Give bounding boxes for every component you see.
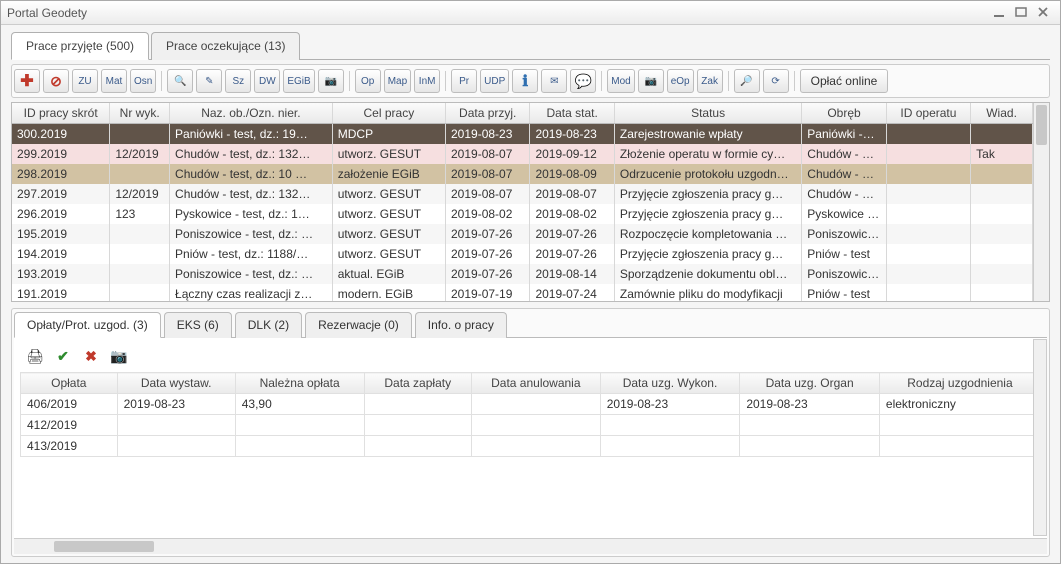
close-button[interactable] [1036,6,1054,20]
tb-map[interactable]: Map [384,69,411,93]
main-toolbar: ✚⊘ZUMatOsn🔍✎SzDWEGiB📷OpMapInMPrUDPℹ✉💬Mod… [11,64,1050,98]
plus-icon: ✚ [20,71,33,91]
tb-osn[interactable]: Osn [130,69,156,93]
info-button[interactable]: ℹ [512,69,538,93]
detail-row[interactable]: 406/20192019-08-2343,902019-08-232019-08… [21,394,1041,415]
grid-row[interactable]: 193.2019Poniszowice - test, dz.: …aktual… [12,264,1033,284]
info-icon: ℹ [522,72,528,90]
detail-tab-3[interactable]: Rezerwacje (0) [305,312,412,338]
detail-col-2[interactable]: Należna opłata [235,373,364,394]
main-tabs: Prace przyjęte (500)Prace oczekujące (13… [11,31,1050,60]
content: Prace przyjęte (500)Prace oczekujące (13… [1,25,1060,563]
grid-row[interactable]: 194.2019Pniów - test, dz.: 1188/…utworz.… [12,244,1033,264]
tb-zak[interactable]: Zak [697,69,723,93]
detail-vscroll[interactable] [1033,339,1047,536]
detail-toolbar: 🖨 ✔ ✖ 📷 [20,344,1041,368]
grid-col-3[interactable]: Cel pracy [332,103,445,124]
main-grid-vscroll[interactable] [1033,103,1049,301]
tb-eop[interactable]: eOp [667,69,694,93]
mail-button[interactable]: ✉ [541,69,567,93]
detail-col-4[interactable]: Data anulowania [471,373,600,394]
detail-tabs: Opłaty/Prot. uzgod. (3)EKS (6)DLK (2)Rez… [14,311,1047,338]
main-grid-container: ID pracy skrótNr wyk.Naz. ob./Ozn. nier.… [11,102,1050,302]
grid-row[interactable]: 298.2019Chudów - test, dz.: 10 …założeni… [12,164,1033,184]
add-button[interactable]: ✚ [14,69,40,93]
grid-col-0[interactable]: ID pracy skrót [12,103,110,124]
confirm-icon[interactable]: ✔ [52,346,74,366]
tb-inm[interactable]: InM [414,69,440,93]
minimize-button[interactable] [992,6,1010,20]
photo-button[interactable]: 📷 [318,69,344,93]
tb-dw[interactable]: DW [254,69,280,93]
window-title: Portal Geodety [7,6,988,20]
grid-row[interactable]: 299.201912/2019Chudów - test, dz.: 132…u… [12,144,1033,164]
grid-col-1[interactable]: Nr wyk. [110,103,170,124]
grid-col-4[interactable]: Data przyj. [446,103,530,124]
detail-col-3[interactable]: Data zapłaty [364,373,471,394]
maximize-button[interactable] [1014,6,1032,20]
camera2-button[interactable]: 📷 [638,69,664,93]
print-icon[interactable]: 🖨 [24,346,46,366]
app-window: Portal Geodety Prace przyjęte (500)Prace… [0,0,1061,564]
tb-mod[interactable]: Mod [607,69,634,93]
edit-button[interactable]: ✎ [196,69,222,93]
detail-row[interactable]: 412/2019 [21,415,1041,436]
detail-tab-1[interactable]: EKS (6) [164,312,232,338]
grid-row[interactable]: 195.2019Poniszowice - test, dz.: …utworz… [12,224,1033,244]
detail-col-0[interactable]: Opłata [21,373,118,394]
grid-col-6[interactable]: Status [614,103,801,124]
detail-inner: 🖨 ✔ ✖ 📷 OpłataData wystaw.Należna opłata… [14,338,1047,538]
grid-col-2[interactable]: Naz. ob./Ozn. nier. [170,103,333,124]
tb-egib[interactable]: EGiB [283,69,314,93]
detail-hscroll[interactable] [14,538,1047,554]
detail-tab-0[interactable]: Opłaty/Prot. uzgod. (3) [14,312,161,338]
tb-sz[interactable]: Sz [225,69,251,93]
camera-icon[interactable]: 📷 [108,346,130,366]
detail-row[interactable]: 413/2019 [21,436,1041,457]
cancel-button[interactable]: ⊘ [43,69,69,93]
detail-col-5[interactable]: Data uzg. Wykon. [600,373,740,394]
refresh-button[interactable]: ⟳ [763,69,789,93]
grid-col-5[interactable]: Data stat. [530,103,614,124]
tb-mat[interactable]: Mat [101,69,127,93]
detail-panel: Opłaty/Prot. uzgod. (3)EKS (6)DLK (2)Rez… [11,308,1050,557]
main-tab-0[interactable]: Prace przyjęte (500) [11,32,149,60]
detail-tab-4[interactable]: Info. o pracy [415,312,507,338]
cancel-icon: ⊘ [50,73,62,90]
pay-online-button[interactable]: Opłać online [800,69,889,93]
grid-row[interactable]: 297.201912/2019Chudów - test, dz.: 132…u… [12,184,1033,204]
chat-button[interactable]: 💬 [570,69,596,93]
main-grid[interactable]: ID pracy skrótNr wyk.Naz. ob./Ozn. nier.… [12,103,1033,302]
grid-row[interactable]: 296.2019123Pyskowice - test, dz.: 1…utwo… [12,204,1033,224]
search-button[interactable]: 🔍 [167,69,193,93]
detail-tab-2[interactable]: DLK (2) [235,312,302,338]
tb-op[interactable]: Op [355,69,381,93]
detail-grid[interactable]: OpłataData wystaw.Należna opłataData zap… [20,372,1041,457]
detail-col-6[interactable]: Data uzg. Organ [740,373,880,394]
detail-col-7[interactable]: Rodzaj uzgodnienia [879,373,1040,394]
binoculars-button[interactable]: 🔎 [734,69,760,93]
tb-udp[interactable]: UDP [480,69,509,93]
detail-col-1[interactable]: Data wystaw. [117,373,235,394]
grid-col-9[interactable]: Wiad. [971,103,1033,124]
titlebar: Portal Geodety [1,1,1060,25]
chat-icon: 💬 [575,73,592,90]
tb-pr[interactable]: Pr [451,69,477,93]
grid-col-7[interactable]: Obręb [802,103,886,124]
tb-zu[interactable]: ZU [72,69,98,93]
grid-row[interactable]: 300.2019Paniówki - test, dz.: 19…MDCP201… [12,124,1033,145]
grid-col-8[interactable]: ID operatu [886,103,970,124]
main-tab-1[interactable]: Prace oczekujące (13) [151,32,300,60]
grid-row[interactable]: 191.2019Łączny czas realizacji z…modern.… [12,284,1033,302]
delete-icon[interactable]: ✖ [80,346,102,366]
